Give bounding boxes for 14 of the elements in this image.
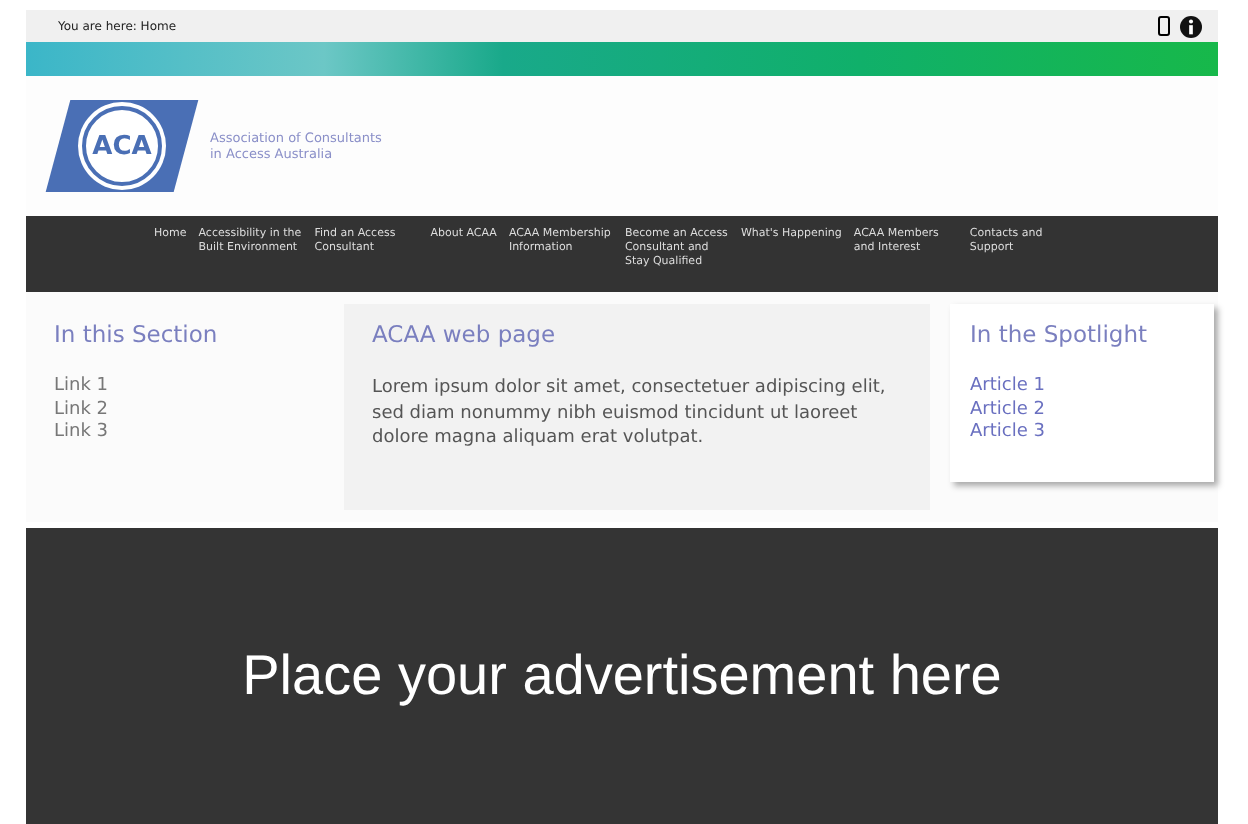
spotlight-heading: In the Spotlight [970,320,1149,348]
article-link[interactable]: Article 3 [970,422,1194,447]
section-link[interactable]: Link 3 [54,422,324,447]
logo-emblem[interactable]: ACA [45,100,199,192]
section-link[interactable]: Link 1 [54,376,324,400]
article-link[interactable]: Article 1 [970,376,1194,400]
section-link[interactable]: Link 2 [54,399,324,423]
mobile-icon[interactable] [1158,16,1170,36]
article-link[interactable]: Article 2 [970,399,1194,423]
info-icon[interactable] [1180,15,1202,37]
section-heading: In this Section [54,320,220,348]
advertisement-text: Place your advertisement here [242,644,1002,708]
body-text: Lorem ipsum dolor sit amet, consectetuer adipiscing elit, sed diam nonummy nibh euismod tincidunt ut laoreet dolore magna aliquam erat volutpat. [372,376,888,452]
page-heading: ACAA web page [372,320,558,348]
